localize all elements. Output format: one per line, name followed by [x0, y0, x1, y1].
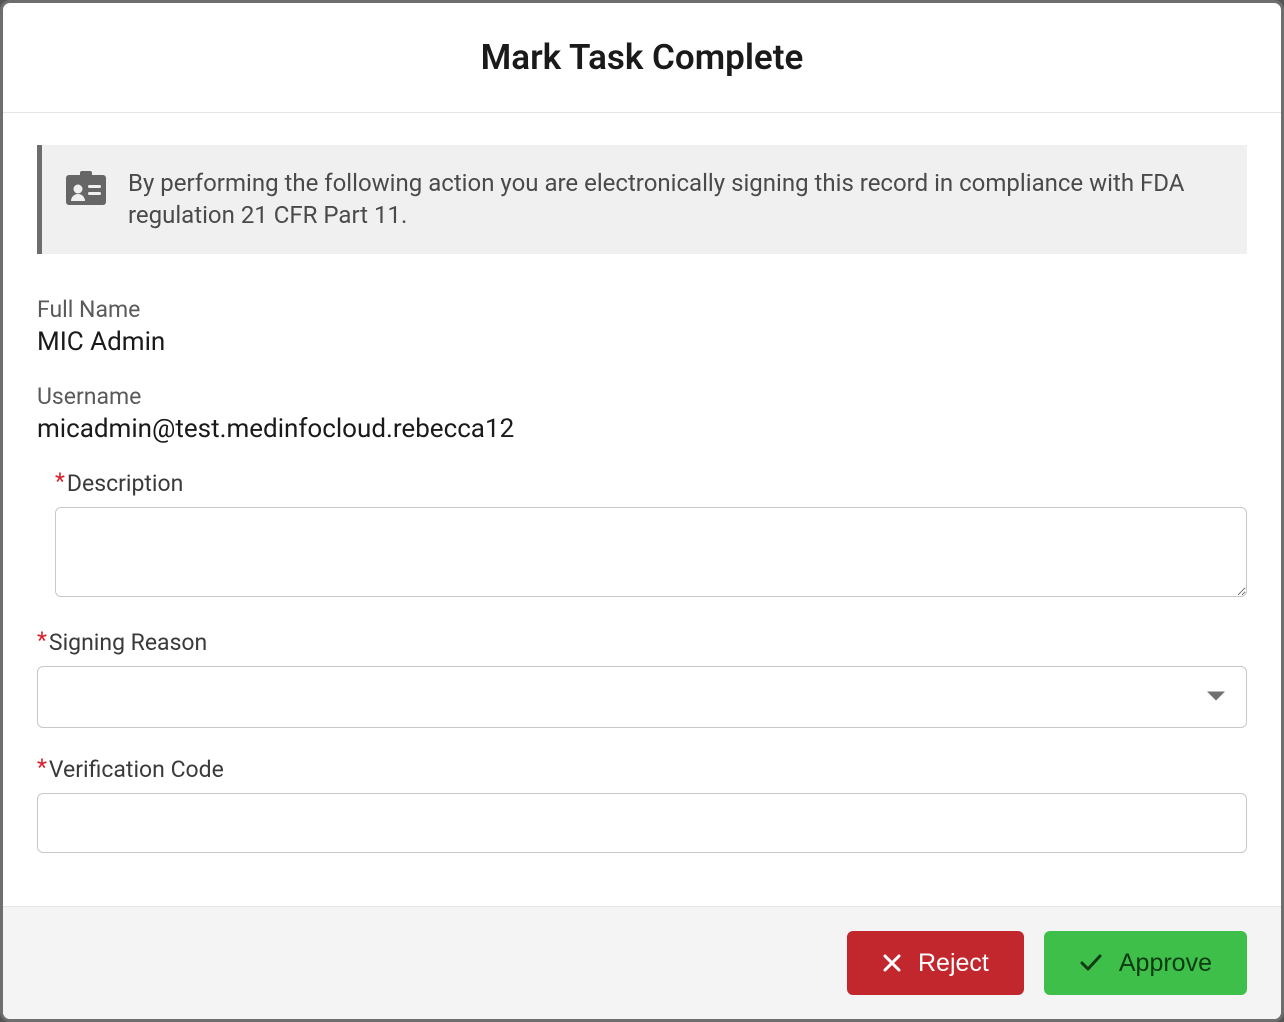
modal-title: Mark Task Complete: [23, 37, 1261, 78]
username-value: micadmin@test.medinfocloud.rebecca12: [37, 414, 1247, 444]
signing-reason-group: *Signing Reason: [37, 629, 1247, 728]
approve-button[interactable]: Approve: [1044, 931, 1247, 995]
reject-button[interactable]: Reject: [847, 931, 1024, 995]
compliance-notice: By performing the following action you a…: [37, 145, 1247, 254]
username-label: Username: [37, 383, 1247, 410]
check-icon: [1079, 953, 1103, 973]
required-asterisk: *: [37, 627, 47, 654]
verification-code-label: *Verification Code: [37, 756, 1247, 783]
reject-button-label: Reject: [918, 949, 989, 978]
signing-reason-select[interactable]: [37, 666, 1247, 728]
verification-code-group: *Verification Code: [37, 756, 1247, 853]
description-input[interactable]: [55, 507, 1247, 597]
description-label: *Description: [37, 470, 1247, 497]
modal-header: Mark Task Complete: [3, 3, 1281, 113]
close-icon: [882, 953, 902, 973]
compliance-notice-text: By performing the following action you a…: [128, 167, 1219, 232]
id-badge-icon: [66, 171, 106, 209]
description-group: *Description: [37, 470, 1247, 601]
required-asterisk: *: [55, 468, 65, 495]
modal-body: By performing the following action you a…: [3, 113, 1281, 906]
signing-reason-label: *Signing Reason: [37, 629, 1247, 656]
full-name-value: MIC Admin: [37, 327, 1247, 357]
required-asterisk: *: [37, 754, 47, 781]
modal-footer: Reject Approve: [3, 906, 1281, 1019]
verification-code-input[interactable]: [37, 793, 1247, 853]
chevron-down-icon: [1206, 684, 1226, 709]
full-name-block: Full Name MIC Admin: [37, 296, 1247, 357]
approve-button-label: Approve: [1119, 949, 1212, 978]
modal-mark-task-complete: Mark Task Complete By performing the fol…: [0, 0, 1284, 1022]
username-block: Username micadmin@test.medinfocloud.rebe…: [37, 383, 1247, 444]
full-name-label: Full Name: [37, 296, 1247, 323]
